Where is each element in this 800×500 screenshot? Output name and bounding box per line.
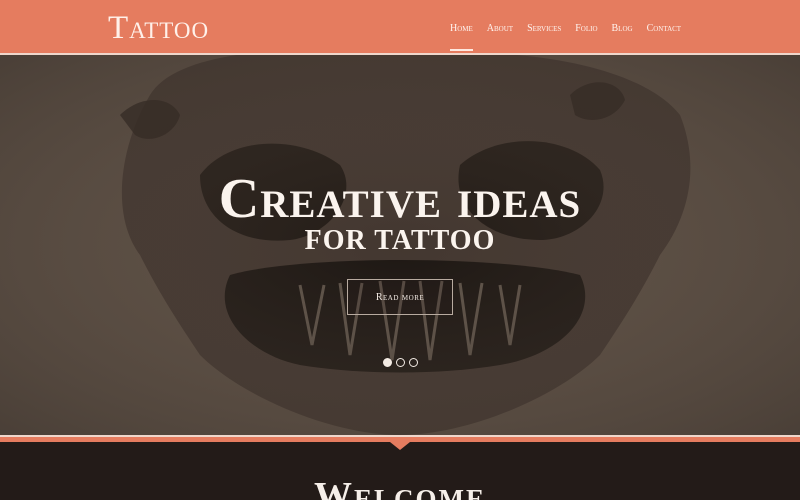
nav-item-blog[interactable]: Blog bbox=[605, 22, 640, 36]
slider-dot-1[interactable] bbox=[383, 358, 392, 367]
nav-item-services[interactable]: Services bbox=[520, 22, 568, 36]
hero-title: Creative ideas bbox=[218, 168, 582, 230]
nav-item-contact[interactable]: Contact bbox=[640, 22, 689, 36]
hero-subtitle: FOR TATTOO bbox=[304, 225, 496, 256]
welcome-heading: Welcome bbox=[313, 475, 486, 500]
main-nav: Home About Services Folio Blog Contact bbox=[443, 22, 689, 51]
slider-dot-2[interactable] bbox=[396, 358, 405, 367]
site-header: Tattoo Home About Services Folio Blog Co… bbox=[0, 0, 800, 53]
nav-item-home[interactable]: Home bbox=[443, 22, 480, 51]
down-arrow-icon bbox=[390, 442, 410, 450]
slider-dot-3[interactable] bbox=[409, 358, 418, 367]
nav-item-about[interactable]: About bbox=[480, 22, 520, 36]
nav-item-folio[interactable]: Folio bbox=[568, 22, 604, 36]
slider-pagination bbox=[383, 358, 418, 367]
read-more-button[interactable]: Read more bbox=[347, 279, 453, 315]
hero-slider: Creative ideas FOR TATTOO Read more bbox=[0, 55, 800, 435]
site-logo[interactable]: Tattoo bbox=[108, 10, 209, 46]
